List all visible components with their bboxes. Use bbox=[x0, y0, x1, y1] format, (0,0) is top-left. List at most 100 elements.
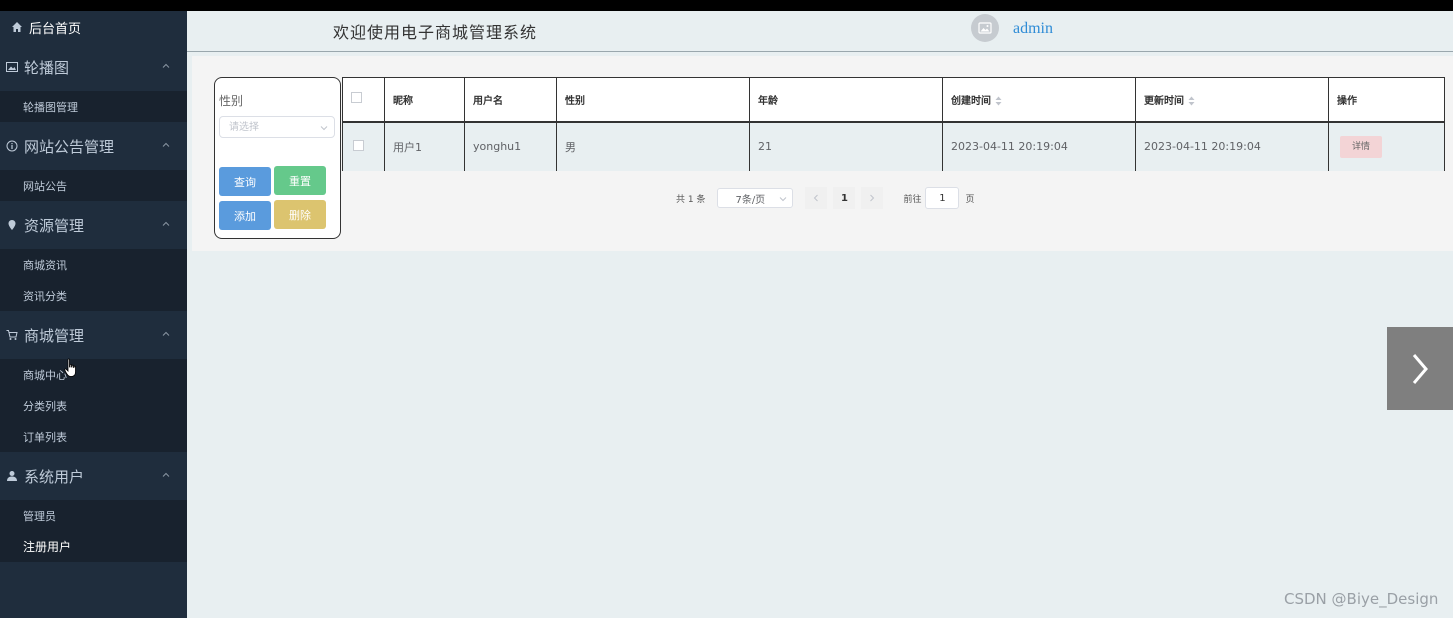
gender-filter-label: 性别 bbox=[219, 94, 244, 108]
cell-age: 21 bbox=[749, 121, 943, 171]
chevron-right-icon bbox=[1412, 353, 1428, 384]
reset-button[interactable]: 重置 bbox=[274, 166, 326, 195]
sidebar-item-mall-news[interactable]: 商城资讯 bbox=[0, 249, 187, 280]
add-button[interactable]: 添加 bbox=[219, 201, 271, 230]
table-header-row: 昵称 用户名 性别 年龄 创建时间 更新时间 操作 bbox=[342, 77, 1445, 123]
welcome-title: 欢迎使用电子商城管理系统 bbox=[333, 23, 538, 42]
cell-action: 详情 bbox=[1328, 121, 1445, 171]
home-icon bbox=[10, 20, 24, 34]
sidebar-group-label: 系统用户 bbox=[24, 467, 85, 486]
column-header-age: 年龄 bbox=[749, 77, 943, 123]
chevron-up-icon bbox=[162, 331, 170, 336]
pagination: 共 1 条 7条/页 1 前往 1 页 bbox=[676, 187, 974, 209]
delete-button[interactable]: 删除 bbox=[274, 200, 326, 229]
row-checkbox[interactable] bbox=[353, 139, 364, 151]
sidebar-item-label: 轮播图管理 bbox=[23, 100, 78, 114]
avatar[interactable] bbox=[971, 14, 999, 42]
sidebar-item-label: 网站公告 bbox=[23, 179, 67, 193]
pagination-total: 共 1 条 bbox=[676, 194, 706, 205]
sidebar-group-label: 轮播图 bbox=[24, 58, 70, 77]
watermark: CSDN @Biye_Design bbox=[1284, 590, 1439, 608]
sidebar-home[interactable]: 后台首页 bbox=[0, 11, 187, 43]
info-circle-icon bbox=[5, 139, 19, 153]
cell-nickname: 用户1 bbox=[384, 121, 465, 171]
sidebar-item-label: 商城资讯 bbox=[23, 258, 67, 272]
location-pin-icon bbox=[5, 218, 19, 232]
column-header-created-label: 创建时间 bbox=[951, 95, 991, 107]
chevron-down-icon bbox=[320, 126, 328, 131]
cell-created: 2023-04-11 20:19:04 bbox=[942, 121, 1136, 171]
username-link[interactable]: admin bbox=[1013, 20, 1053, 38]
select-all-cell bbox=[342, 77, 385, 123]
gender-select-placeholder: 请选择 bbox=[229, 122, 259, 133]
sort-caret-icon[interactable] bbox=[995, 96, 1002, 106]
carousel-next-button[interactable] bbox=[1387, 327, 1453, 410]
gender-select[interactable]: 请选择 bbox=[219, 116, 335, 138]
goto-label: 前往 bbox=[903, 194, 922, 205]
prev-page-button[interactable] bbox=[805, 187, 828, 209]
sidebar-group-announcement[interactable]: 网站公告管理 bbox=[0, 122, 187, 170]
goto-suffix: 页 bbox=[965, 194, 975, 205]
select-all-checkbox[interactable] bbox=[351, 92, 362, 104]
sidebar-group-resources[interactable]: 资源管理 bbox=[0, 201, 187, 249]
chevron-down-icon bbox=[780, 197, 787, 202]
sidebar-group-carousel[interactable]: 轮播图 bbox=[0, 43, 187, 91]
query-button[interactable]: 查询 bbox=[219, 167, 271, 196]
top-black-bar bbox=[0, 0, 1453, 11]
sidebar-home-label: 后台首页 bbox=[29, 21, 82, 37]
goto-page-input[interactable]: 1 bbox=[925, 187, 960, 209]
content-panel: 性别 请选择 查询 重置 添加 删除 昵称 用户名 性别 年龄 创建时间 更新时… bbox=[192, 56, 1453, 251]
sidebar-group-system-users[interactable]: 系统用户 bbox=[0, 452, 187, 500]
image-placeholder-icon bbox=[978, 22, 992, 34]
sidebar-item-registered-users[interactable]: 注册用户 bbox=[0, 531, 187, 562]
cell-username: yonghu1 bbox=[464, 121, 557, 171]
picture-icon bbox=[5, 60, 19, 74]
page-size-select[interactable]: 7条/页 bbox=[717, 188, 794, 208]
sidebar-group-mall[interactable]: 商城管理 bbox=[0, 311, 187, 359]
chevron-left-icon bbox=[814, 194, 819, 202]
sidebar-item-label: 商城中心 bbox=[23, 368, 67, 382]
chevron-up-icon bbox=[162, 63, 170, 68]
column-header-action: 操作 bbox=[1328, 77, 1445, 123]
column-header-created[interactable]: 创建时间 bbox=[942, 77, 1136, 123]
sidebar-item-announcement[interactable]: 网站公告 bbox=[0, 170, 187, 201]
sidebar-item-category-list[interactable]: 分类列表 bbox=[0, 390, 187, 421]
column-header-gender: 性别 bbox=[556, 77, 750, 123]
column-header-updated-label: 更新时间 bbox=[1144, 95, 1184, 107]
chevron-up-icon bbox=[162, 142, 170, 147]
chevron-up-icon bbox=[162, 472, 170, 477]
table-row: 用户1 yonghu1 男 21 2023-04-11 20:19:04 202… bbox=[342, 121, 1445, 171]
sidebar-item-admins[interactable]: 管理员 bbox=[0, 500, 187, 531]
sort-caret-icon[interactable] bbox=[1188, 96, 1195, 106]
page-number-current[interactable]: 1 bbox=[833, 187, 856, 209]
cart-icon bbox=[5, 328, 19, 342]
next-page-button[interactable] bbox=[861, 187, 884, 209]
sidebar: 后台首页 轮播图 轮播图管理 网站公告管理 网站公告 资源管理 商城资讯 资讯分… bbox=[0, 11, 187, 618]
sidebar-item-label: 注册用户 bbox=[23, 540, 72, 554]
sidebar-item-label: 订单列表 bbox=[23, 430, 67, 444]
sidebar-group-label: 网站公告管理 bbox=[24, 137, 115, 156]
cell-gender: 男 bbox=[556, 121, 750, 171]
detail-button[interactable]: 详情 bbox=[1340, 135, 1382, 158]
hand-cursor-icon bbox=[64, 358, 76, 377]
sidebar-group-label: 商城管理 bbox=[24, 326, 85, 345]
column-header-nickname: 昵称 bbox=[384, 77, 465, 123]
cell-updated: 2023-04-11 20:19:04 bbox=[1135, 121, 1329, 171]
sidebar-item-carousel-manage[interactable]: 轮播图管理 bbox=[0, 91, 187, 122]
top-header: 欢迎使用电子商城管理系统 admin bbox=[187, 11, 1453, 52]
sidebar-item-order-list[interactable]: 订单列表 bbox=[0, 421, 187, 452]
row-select-cell bbox=[342, 121, 385, 171]
users-table: 昵称 用户名 性别 年龄 创建时间 更新时间 操作 用户1 yonghu1 男 … bbox=[342, 77, 1445, 171]
sidebar-group-label: 资源管理 bbox=[24, 216, 85, 235]
sidebar-item-label: 分类列表 bbox=[23, 399, 67, 413]
sidebar-item-mall-center[interactable]: 商城中心 bbox=[0, 359, 187, 390]
main-content: 性别 请选择 查询 重置 添加 删除 昵称 用户名 性别 年龄 创建时间 更新时… bbox=[187, 52, 1453, 618]
user-icon bbox=[5, 469, 19, 483]
chevron-right-icon bbox=[870, 194, 875, 202]
search-form: 性别 请选择 查询 重置 添加 删除 bbox=[214, 77, 341, 239]
sidebar-item-label: 管理员 bbox=[23, 509, 56, 523]
page-size-value: 7条/页 bbox=[735, 194, 766, 206]
sidebar-item-news-category[interactable]: 资讯分类 bbox=[0, 280, 187, 311]
column-header-updated[interactable]: 更新时间 bbox=[1135, 77, 1329, 123]
sidebar-item-label: 资讯分类 bbox=[23, 289, 67, 303]
